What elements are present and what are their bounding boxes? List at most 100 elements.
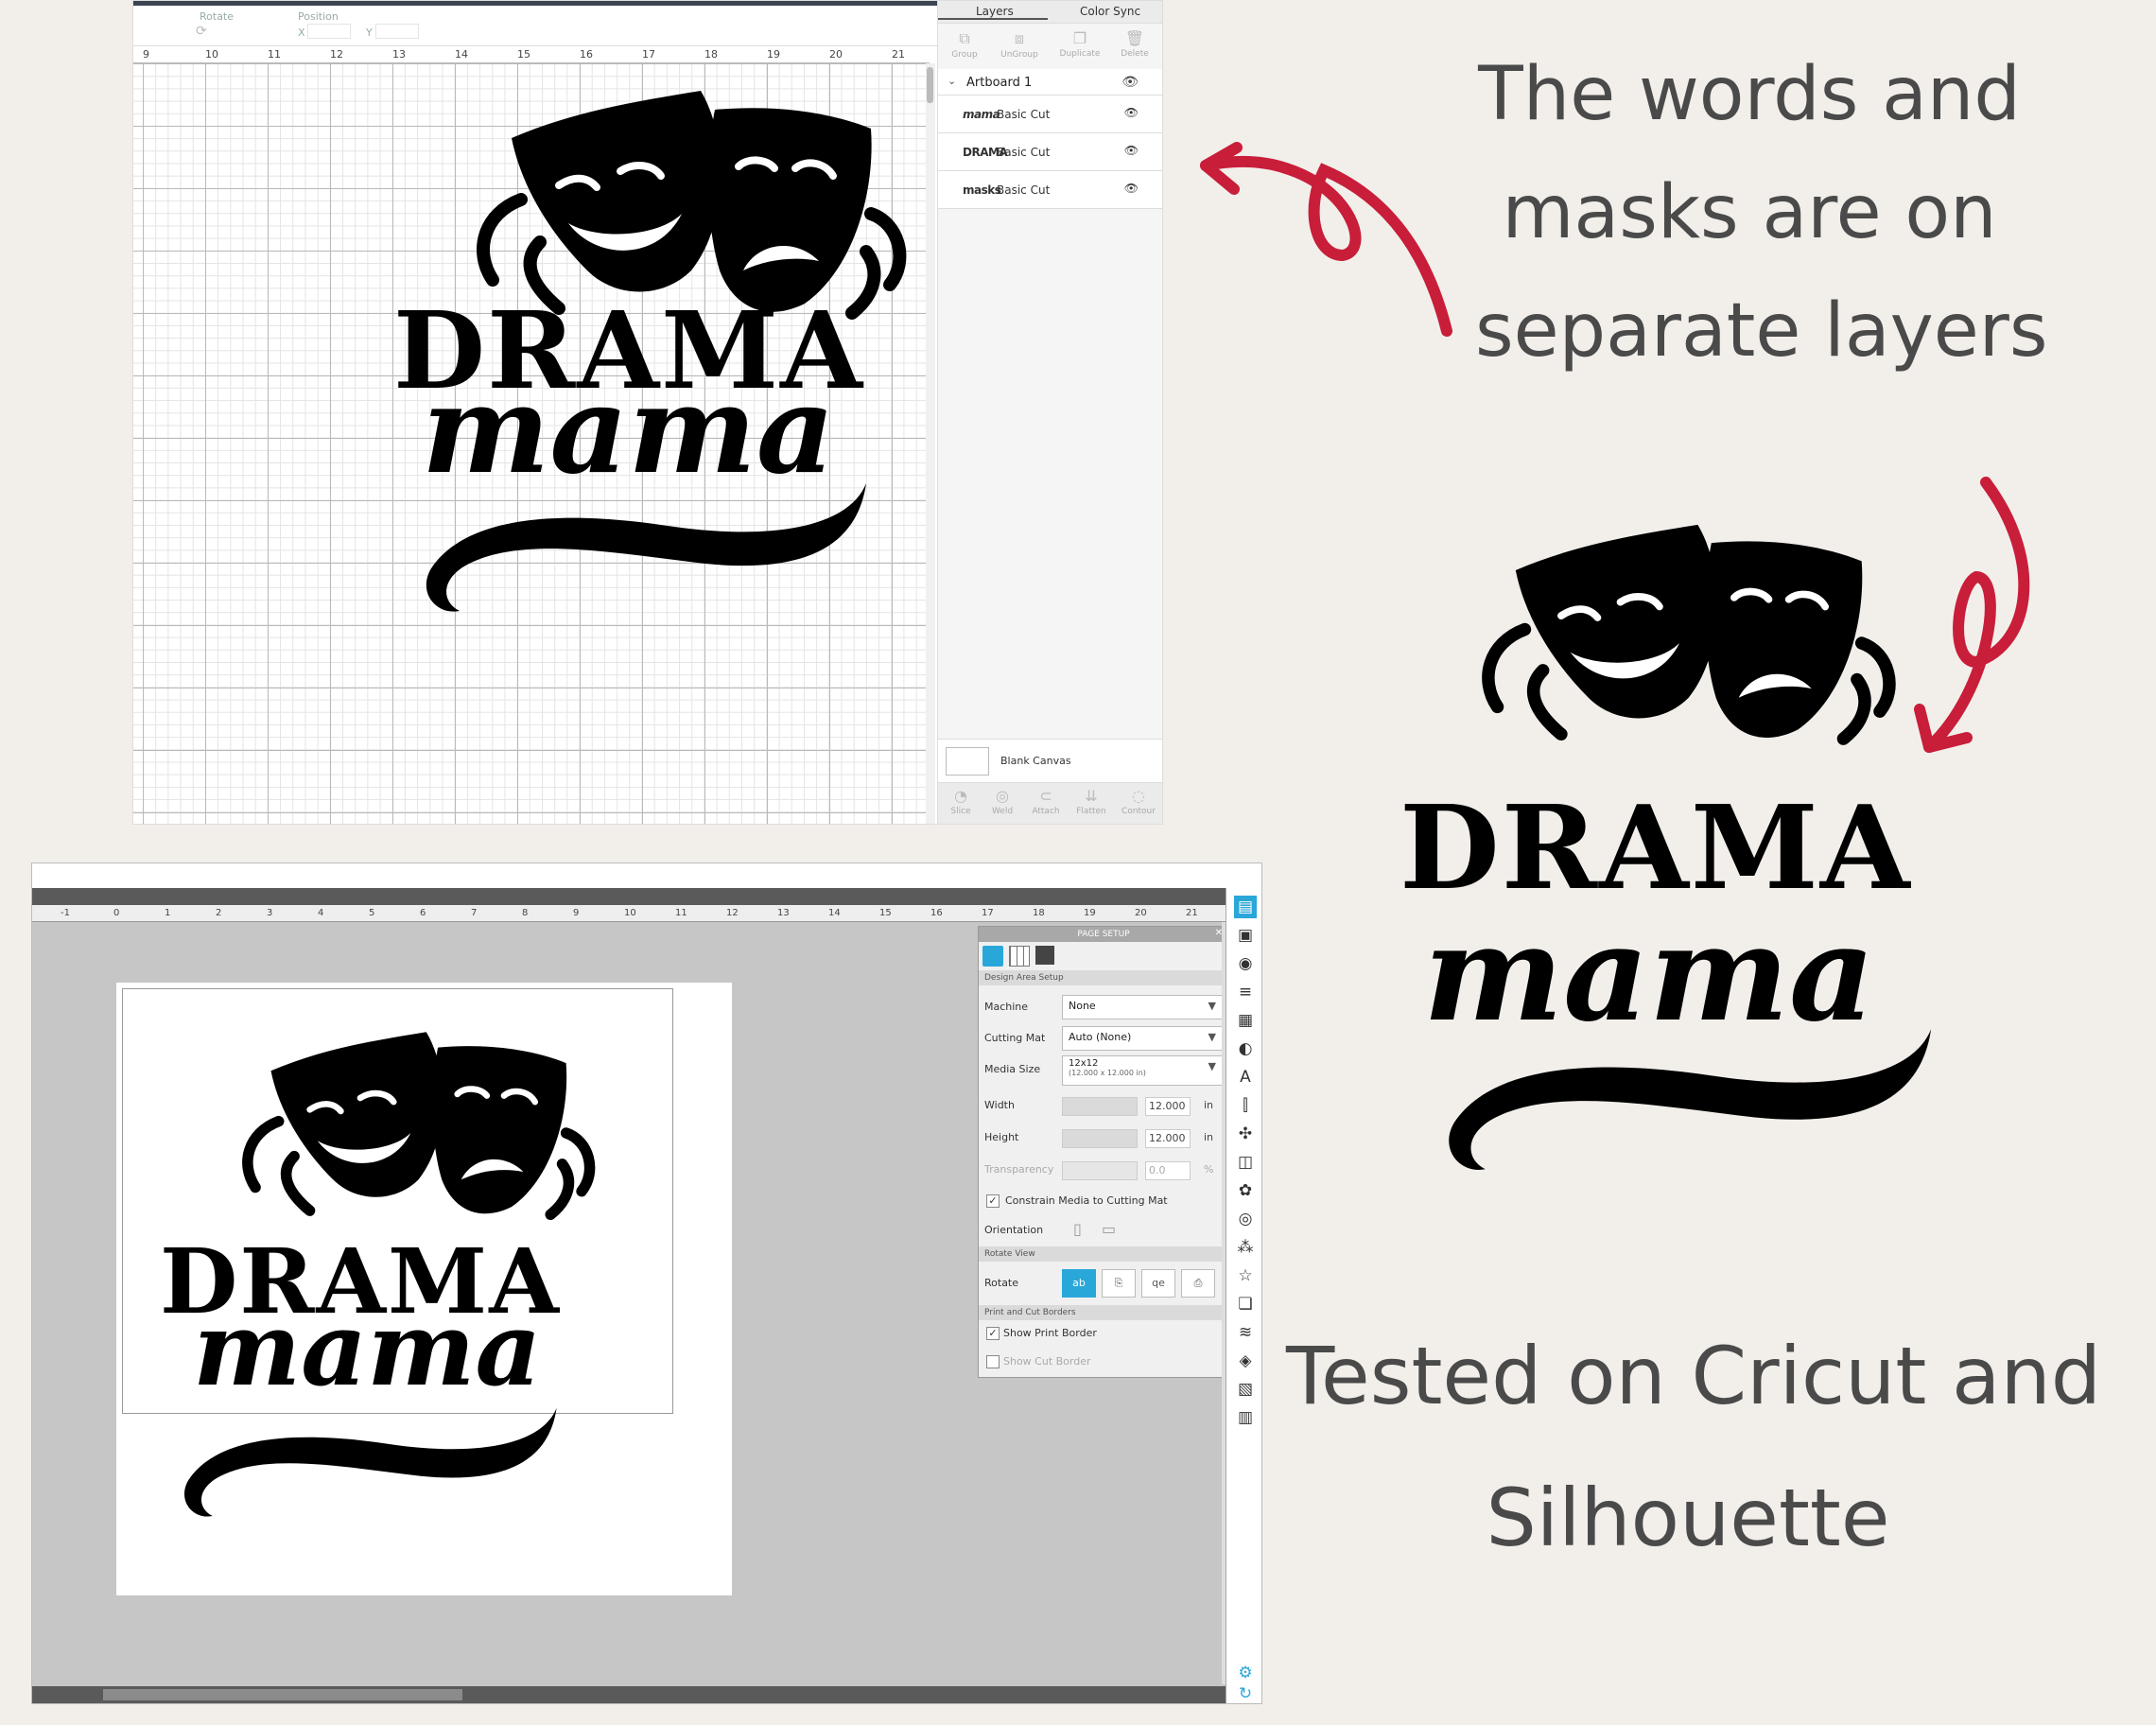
transparency-slider[interactable] (1062, 1161, 1138, 1180)
swash-tail-graphic[interactable] (165, 1398, 581, 1530)
delete-button[interactable]: 🗑 Delete (1108, 29, 1161, 59)
modify-icon[interactable]: ◫ (1234, 1151, 1257, 1174)
ruler-tick: 1 (165, 908, 171, 918)
blank-canvas-swatch[interactable] (946, 747, 989, 775)
slice-button[interactable]: ◔ Slice (938, 787, 983, 816)
eye-icon[interactable]: 👁 (1124, 182, 1139, 195)
rotate-90-button[interactable]: ⎘ (1102, 1269, 1136, 1298)
ruler-tick: 17 (642, 48, 655, 61)
pixscan-icon[interactable]: ▣ (1234, 924, 1257, 947)
cutting-mat-select[interactable]: Auto (None) ▼ (1062, 1026, 1223, 1051)
sketch-icon[interactable]: ≋ (1234, 1321, 1257, 1344)
layer-name: Basic Cut (997, 108, 1051, 121)
constrain-checkbox[interactable]: ✓ (986, 1194, 1000, 1208)
page-setup-icon[interactable]: ▤ (1234, 896, 1257, 918)
x-label: X (298, 26, 305, 39)
refresh-icon[interactable]: ↻ (1234, 1682, 1257, 1703)
ruler-tick: 15 (517, 48, 530, 61)
transparency-label: Transparency (984, 1163, 1054, 1176)
x-position-input[interactable] (307, 24, 351, 39)
delete-label: Delete (1121, 49, 1149, 59)
attach-button[interactable]: ⊂ Attach (1023, 787, 1069, 816)
rotate-270-button[interactable]: ⎙ (1181, 1269, 1215, 1298)
caption-line: Silhouette (1486, 1472, 1890, 1564)
ruler-tick: 18 (1033, 908, 1045, 918)
tab-layers[interactable]: Layers (976, 5, 1014, 18)
portrait-icon[interactable]: ▯ (1073, 1220, 1082, 1238)
ungroup-button[interactable]: ⧈ UnGroup (993, 29, 1046, 60)
duplicate-button[interactable]: ❐ Duplicate (1053, 29, 1106, 59)
rotate-icon[interactable]: ⟳ (196, 24, 207, 39)
grid-tab-icon[interactable] (1009, 946, 1030, 967)
layer-thumbnail: mama (963, 108, 1000, 121)
offset-icon[interactable]: ✿ (1234, 1179, 1257, 1202)
grid-view-icon[interactable]: ▥ (1234, 1406, 1257, 1429)
gear-icon[interactable]: ⚙ (1234, 1662, 1257, 1684)
ungroup-icon: ⧈ (1014, 29, 1025, 47)
ruler-tick: 12 (726, 908, 739, 918)
transparency-input[interactable]: 0.0 (1145, 1161, 1191, 1180)
3d-icon[interactable]: ◈ (1234, 1350, 1257, 1372)
rotate-180-button[interactable]: qe (1141, 1269, 1175, 1298)
layer-row[interactable]: DRAMA Basic Cut 👁 (938, 133, 1162, 171)
fill-color-icon[interactable]: ◉ (1234, 952, 1257, 975)
favorites-icon[interactable]: ☆ (1234, 1264, 1257, 1287)
pattern-icon[interactable]: ▦ (1234, 1009, 1257, 1032)
contour-label: Contour (1121, 807, 1156, 816)
mama-script-text[interactable]: mama (193, 1298, 542, 1401)
background-tab-icon[interactable] (1035, 946, 1054, 965)
line-style-icon[interactable]: ≡ (1234, 981, 1257, 1003)
trace-icon[interactable]: ◎ (1234, 1208, 1257, 1230)
eye-icon[interactable]: 👁 (1121, 75, 1139, 90)
swash-tail-graphic[interactable] (403, 474, 895, 625)
group-button[interactable]: ⧉ Group (938, 29, 991, 60)
silhouette-right-toolbar: ▤ ▣ ◉ ≡ ▦ ◐ A ⫿ ✣ ◫ ✿ ◎ ⁂ ☆ ❏ ≋ ◈ ▧ ▥ ⚙ … (1226, 888, 1261, 1703)
library-icon[interactable]: ▧ (1234, 1378, 1257, 1401)
page-tab-icon[interactable] (982, 946, 1003, 967)
layer-row[interactable]: masks Basic Cut 👁 (938, 171, 1162, 209)
width-input[interactable]: 12.000 (1145, 1097, 1191, 1116)
transform-icon[interactable]: ✣ (1234, 1123, 1257, 1145)
cut-border-checkbox[interactable] (986, 1355, 1000, 1368)
y-position-input[interactable] (375, 24, 419, 39)
replicate-icon[interactable]: ⁂ (1234, 1236, 1257, 1259)
weld-button[interactable]: ◎ Weld (980, 787, 1025, 816)
gradient-icon[interactable]: ◐ (1234, 1037, 1257, 1060)
height-input[interactable]: 12.000 (1145, 1129, 1191, 1148)
width-slider[interactable] (1062, 1097, 1138, 1116)
contour-button[interactable]: ◌ Contour (1116, 787, 1161, 816)
height-slider[interactable] (1062, 1129, 1138, 1148)
ruler-tick: 0 (113, 908, 120, 918)
orientation-label: Orientation (984, 1224, 1044, 1236)
media-size-select[interactable]: 12x12 (12.000 x 12.000 in) ▼ (1062, 1055, 1223, 1086)
rotate-label: Rotate (984, 1277, 1019, 1289)
mama-script-text[interactable]: mama (422, 370, 835, 491)
machine-select[interactable]: None ▼ (1062, 995, 1223, 1019)
tab-color-sync[interactable]: Color Sync (1080, 5, 1140, 18)
print-border-checkbox[interactable]: ✓ (986, 1327, 1000, 1340)
cricut-vertical-scrollbar[interactable] (926, 63, 935, 824)
ruler-tick: 17 (982, 908, 994, 918)
artboard-row[interactable]: ⌄ Artboard 1 👁 (938, 69, 1162, 96)
blank-canvas-row[interactable]: Blank Canvas (938, 739, 1162, 782)
chevron-down-icon[interactable]: ⌄ (948, 75, 956, 87)
eye-icon[interactable]: 👁 (1124, 106, 1139, 119)
text-style-icon[interactable]: A (1234, 1066, 1257, 1089)
layers-icon[interactable]: ❏ (1234, 1293, 1257, 1316)
attach-label: Attach (1032, 807, 1060, 816)
eye-icon[interactable]: 👁 (1124, 144, 1139, 157)
rotate-0-button[interactable]: ab (1062, 1269, 1096, 1298)
theatre-masks-graphic[interactable] (221, 1024, 647, 1242)
ungroup-label: UnGroup (1000, 50, 1038, 60)
cricut-scroll-thumb[interactable] (927, 67, 933, 103)
flatten-icon: ⇊ (1085, 787, 1098, 805)
weld-label: Weld (991, 807, 1014, 816)
landscape-icon[interactable]: ▭ (1102, 1220, 1116, 1238)
bottom-tool-bar: ◔ Slice ◎ Weld ⊂ Attach ⇊ Flatten ◌ Contour (938, 782, 1162, 824)
align-icon[interactable]: ⫿ (1234, 1094, 1257, 1117)
layer-row[interactable]: mama Basic Cut 👁 (938, 96, 1162, 133)
horizontal-scroll-thumb[interactable] (103, 1689, 462, 1700)
flatten-button[interactable]: ⇊ Flatten (1069, 787, 1114, 816)
ruler-tick: 12 (330, 48, 343, 61)
width-unit: in (1204, 1099, 1214, 1111)
